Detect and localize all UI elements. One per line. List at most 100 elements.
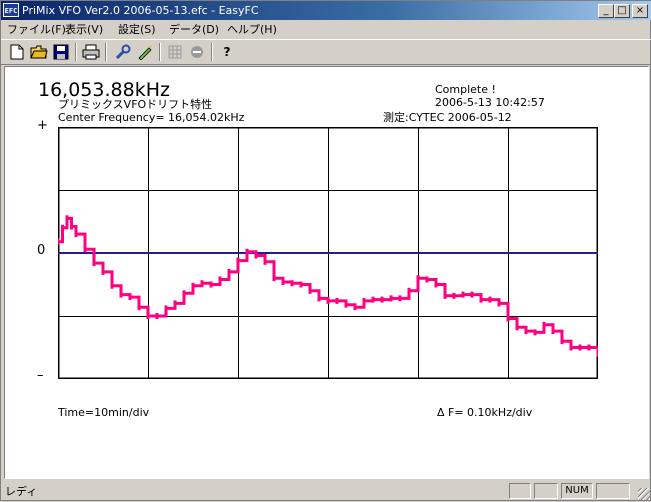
data-point [506, 315, 510, 322]
data-point [470, 291, 474, 298]
data-point [173, 300, 177, 307]
drift-plot [58, 127, 598, 379]
data-point [290, 280, 294, 287]
data-point [569, 344, 573, 351]
y-axis-minus-label: – [37, 368, 44, 383]
data-point [443, 292, 447, 299]
data-point [182, 290, 186, 297]
data-point [83, 246, 87, 253]
chart-subtitle: プリミックスVFOドリフト特性 [58, 98, 213, 111]
window-title: PriMix VFO Ver2.0 2006-05-13.efc - EasyF… [22, 4, 259, 17]
data-point [191, 282, 195, 289]
data-point [245, 248, 249, 255]
save-disk-icon[interactable] [51, 43, 71, 61]
data-point [524, 328, 528, 335]
new-file-icon[interactable] [7, 43, 27, 61]
stop-icon[interactable] [187, 43, 207, 61]
data-point [65, 215, 69, 222]
data-point [155, 313, 159, 319]
frequency-scale-label: Δ F= 0.10kHz/div [437, 406, 533, 419]
pen-icon[interactable] [135, 43, 155, 61]
menu-file[interactable]: ファイル(F) [7, 22, 66, 37]
status-panel-empty [596, 483, 630, 499]
data-point [344, 301, 348, 308]
data-point [551, 328, 555, 335]
data-point [70, 223, 73, 230]
data-point [461, 291, 465, 298]
data-point [398, 295, 402, 302]
status-bar-text: レディ [5, 485, 38, 498]
data-point [308, 287, 312, 294]
data-point [353, 304, 357, 311]
data-point [299, 281, 303, 288]
data-point [272, 275, 276, 282]
data-point [58, 238, 60, 245]
data-point [209, 281, 213, 288]
center-frequency: Center Frequency= 16,054.02kHz [58, 111, 245, 124]
data-point [389, 295, 393, 302]
menu-bar: ファイル(F) 表示(V) 設定(S) データ(D) ヘルプ(H) [1, 20, 651, 39]
menu-settings[interactable]: 設定(S) [118, 22, 156, 37]
minimize-button[interactable]: _ [598, 4, 614, 18]
data-point [596, 350, 598, 357]
app-window: EFC PriMix VFO Ver2.0 2006-05-13.efc - E… [0, 0, 651, 501]
settings-wrench-icon[interactable] [113, 43, 133, 61]
print-icon[interactable] [81, 43, 101, 61]
data-point [479, 296, 483, 303]
grid-icon[interactable] [165, 43, 185, 61]
data-point [533, 329, 537, 336]
data-point [110, 282, 114, 289]
app-logo-icon[interactable]: EFC [3, 3, 19, 17]
measurement-info: 測定:CYTEC 2006-05-12 [383, 111, 512, 124]
time-scale-label: Time=10min/div [58, 406, 150, 419]
data-point [200, 280, 204, 287]
data-point [74, 231, 78, 238]
data-point [497, 300, 501, 307]
data-point [263, 258, 267, 265]
data-point [407, 287, 411, 294]
data-point [362, 297, 366, 304]
status-text: Complete ! [435, 83, 496, 96]
data-point [281, 278, 285, 285]
open-folder-icon[interactable] [29, 43, 49, 61]
data-point [218, 276, 222, 283]
help-icon[interactable]: ? [217, 43, 237, 61]
timestamp: 2006-5-13 10:42:57 [435, 96, 545, 109]
menu-help[interactable]: ヘルプ(H) [227, 22, 277, 37]
data-point [254, 252, 258, 259]
status-bar: レディ NUM [1, 481, 651, 502]
menu-data[interactable]: データ(D) [169, 22, 219, 37]
data-point [560, 338, 564, 345]
data-point [119, 291, 123, 298]
data-point [164, 305, 168, 312]
num-lock-indicator: NUM [561, 483, 593, 499]
data-point [371, 296, 375, 303]
data-point [317, 295, 321, 302]
y-axis-plus-label: + [37, 118, 48, 133]
data-point [416, 275, 420, 282]
toolbar-separator [75, 43, 77, 61]
title-bar[interactable]: EFC PriMix VFO Ver2.0 2006-05-13.efc - E… [1, 1, 651, 20]
toolbar: ? [1, 39, 651, 65]
data-point [128, 294, 132, 301]
data-point [515, 324, 519, 331]
data-point [146, 313, 150, 319]
toolbar-separator [105, 43, 107, 61]
data-point [380, 296, 384, 303]
data-point [326, 297, 330, 304]
y-axis-zero-label: 0 [37, 243, 46, 258]
data-point [92, 260, 96, 267]
data-point [488, 296, 492, 303]
menu-view[interactable]: 表示(V) [65, 22, 103, 37]
data-point [434, 281, 438, 288]
status-panel-empty [534, 483, 558, 499]
close-button[interactable]: × [632, 4, 648, 18]
toolbar-separator [211, 43, 213, 61]
data-point [542, 321, 546, 328]
data-point [61, 224, 64, 231]
resize-grip[interactable] [638, 488, 650, 500]
data-point [425, 276, 429, 283]
data-point [236, 257, 240, 264]
chart-view: 16,053.88kHz プリミックスVFOドリフト特性 Center Freq… [4, 66, 649, 479]
maximize-button[interactable]: □ [614, 4, 630, 18]
